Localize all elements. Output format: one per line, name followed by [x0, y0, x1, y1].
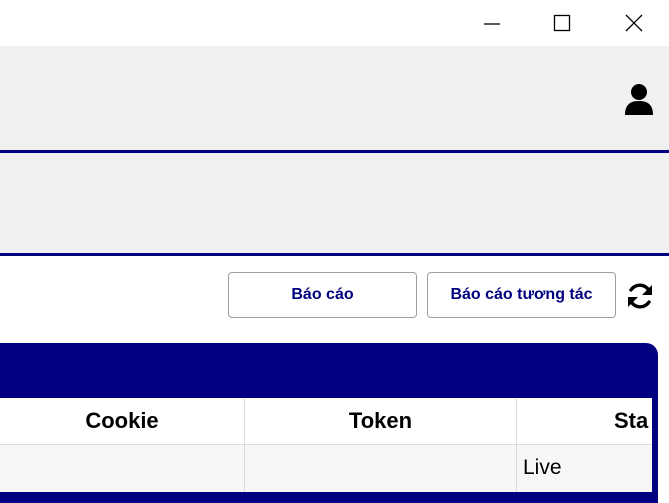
close-button[interactable] [611, 0, 657, 46]
user-icon[interactable] [622, 82, 656, 116]
table-row[interactable]: Live [0, 444, 652, 492]
table-header: Cookie Token Sta [0, 398, 652, 444]
column-header-cookie[interactable]: Cookie [0, 398, 244, 444]
column-header-status[interactable]: Sta [517, 398, 652, 444]
column-header-token[interactable]: Token [245, 398, 516, 444]
maximize-icon [553, 14, 571, 32]
maximize-button[interactable] [539, 0, 585, 46]
interaction-report-button[interactable]: Báo cáo tương tác [427, 272, 616, 318]
close-icon [625, 14, 643, 32]
divider-line [0, 253, 669, 256]
content-band [0, 153, 669, 253]
column-divider [516, 398, 517, 492]
refresh-icon[interactable] [624, 280, 656, 312]
row-divider [0, 444, 652, 445]
status-cell: Live [523, 456, 562, 479]
report-button[interactable]: Báo cáo [228, 272, 417, 318]
minimize-button[interactable] [469, 0, 515, 46]
minimize-icon [484, 23, 500, 25]
token-cell [253, 444, 516, 492]
app-header [0, 46, 669, 150]
cookie-cell [8, 444, 244, 492]
title-bar [0, 0, 669, 46]
column-divider [244, 398, 245, 492]
